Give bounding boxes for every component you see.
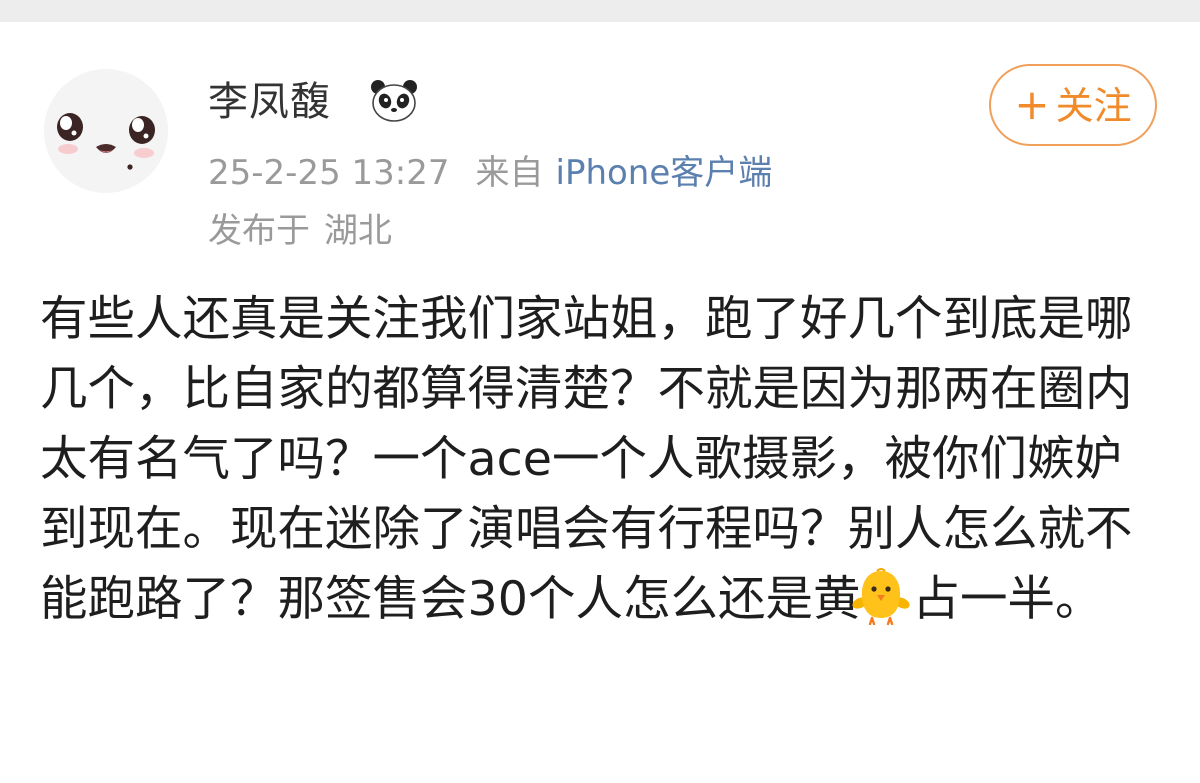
follow-button[interactable]: + 关注 (989, 64, 1157, 146)
post-timestamp: 25-2-25 13:27 (208, 153, 450, 193)
location-value: 湖北 (324, 211, 392, 251)
post-text-part-2: 占一半。 (912, 572, 1103, 627)
plus-icon: + (1014, 80, 1050, 129)
avatar[interactable] (44, 69, 168, 193)
location-prefix: 发布于 (208, 211, 310, 251)
panda-icon (370, 78, 418, 122)
source-client-link[interactable]: iPhone客户端 (556, 153, 773, 193)
follow-label: 关注 (1055, 84, 1132, 128)
chick-emoji-icon (852, 567, 911, 626)
top-strip (0, 0, 1200, 22)
post-body: 有些人还真是关注我们家站姐，跑了好几个到底是哪几个，比自家的都算得清楚？不就是因… (40, 285, 1160, 635)
cartoon-face-avatar-icon (44, 69, 168, 193)
author-name[interactable]: 李凤馥 (208, 77, 331, 127)
post-meta: 25-2-25 13:27 来自 iPhone客户端 (208, 151, 772, 195)
post-card: 李凤馥 25-2-25 13:27 来自 iPhone客户端 发布于 湖北 + 关注 有… (0, 22, 1200, 783)
post-location: 发布于 湖北 (208, 209, 392, 253)
source-prefix: 来自 (475, 153, 544, 193)
